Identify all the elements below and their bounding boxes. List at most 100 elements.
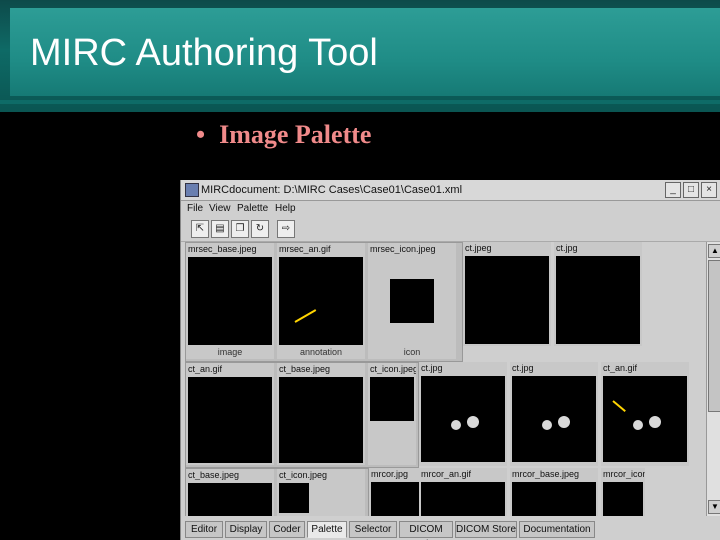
image-thumbnail (603, 376, 687, 462)
image-filename: mrsec_icon.jpeg (370, 244, 436, 254)
tab-selector[interactable]: Selector (349, 521, 397, 538)
image-filename: mrcor_an.gif (421, 469, 472, 479)
tab-editor[interactable]: Editor (185, 521, 223, 538)
image-thumbnail (512, 482, 596, 516)
window-titlebar[interactable]: MIRCdocument: D:\MIRC Cases\Case01\Case0… (181, 180, 720, 201)
tab-documentation[interactable]: Documentation (519, 521, 595, 538)
open-icon[interactable]: ⇱ (191, 220, 209, 238)
tab-bar: Editor Display Coder Palette Selector DI… (181, 518, 720, 540)
tab-display[interactable]: Display (225, 521, 267, 538)
palette-cell[interactable]: ct_icon.jpeg (277, 469, 365, 516)
palette-cell[interactable]: mrsec_base.jpeg image (186, 243, 274, 359)
palette-cell[interactable]: mrcor_base.jpeg (510, 468, 598, 516)
menu-file[interactable]: File (187, 203, 203, 214)
bullet-item: • Image Palette (196, 120, 371, 150)
tab-dicom-store[interactable]: DICOM Store (455, 521, 517, 538)
ct-organ (467, 416, 479, 428)
palette-cell[interactable]: mrsec_an.gif annotation (277, 243, 365, 359)
image-filename: ct.jpeg (465, 243, 492, 253)
image-filename: ct_base.jpeg (188, 470, 240, 480)
app-window: MIRCdocument: D:\MIRC Cases\Case01\Case0… (180, 180, 720, 540)
image-thumbnail (188, 377, 272, 463)
image-filename: ct.jpg (512, 363, 534, 373)
annotation-arrow (294, 309, 317, 323)
menu-help[interactable]: Help (275, 203, 296, 214)
image-thumbnail (370, 377, 414, 421)
scrollbar-thumb[interactable] (708, 260, 720, 412)
palette-cell[interactable]: mrsec_icon.jpeg icon (368, 243, 456, 359)
image-group-mrsec[interactable]: mrsec_base.jpeg image mrsec_an.gif annot… (185, 242, 463, 362)
menu-view[interactable]: View (209, 203, 231, 214)
image-filename: mrsec_base.jpeg (188, 244, 257, 254)
palette-cell[interactable]: ct.jpg (510, 362, 598, 466)
image-group-mr[interactable]: ct_base.jpeg ct_icon.jpeg (185, 468, 369, 516)
minimize-button[interactable]: _ (665, 182, 681, 198)
title-banner-rule (0, 100, 720, 104)
toolbar: ⇱ ▤ ❐ ↻ ⇨ (181, 217, 720, 242)
image-thumbnail (465, 256, 549, 344)
window-title: MIRCdocument: D:\MIRC Cases\Case01\Case0… (201, 184, 463, 196)
refresh-icon[interactable]: ↻ (251, 220, 269, 238)
image-filename: mrcor_icon.jp (603, 469, 645, 479)
palette-panel: mrsec_base.jpeg image mrsec_an.gif annot… (185, 242, 705, 516)
image-thumbnail (279, 377, 363, 463)
export-icon[interactable]: ⇨ (277, 220, 295, 238)
image-filename: mrsec_an.gif (279, 244, 331, 254)
palette-cell[interactable]: ct.jpg (419, 362, 507, 466)
palette-cell[interactable]: ct_an.gif (186, 363, 274, 465)
title-banner: MIRC Authoring Tool (0, 0, 720, 112)
image-thumbnail (279, 483, 309, 513)
ct-organ (633, 420, 643, 430)
maximize-button[interactable]: □ (683, 182, 699, 198)
vertical-scrollbar[interactable]: ▲ ▼ (706, 242, 720, 516)
annotation-arrow (612, 400, 626, 413)
palette-cell[interactable]: ct.jpeg (463, 242, 551, 346)
palette-cell[interactable]: ct_base.jpeg (186, 469, 274, 516)
image-caption: icon (403, 347, 421, 357)
scroll-up-icon[interactable]: ▲ (708, 244, 720, 258)
image-filename: ct.jpg (421, 363, 443, 373)
image-group-ct[interactable]: ct_an.gif ct_base.jpeg ct_icon.jpeg (185, 362, 419, 468)
palette-cell[interactable]: mrcor_icon.jp (601, 468, 645, 516)
ct-organ (649, 416, 661, 428)
menu-palette[interactable]: Palette (237, 203, 268, 214)
save-icon[interactable]: ▤ (211, 220, 229, 238)
palette-cell[interactable]: ct_icon.jpeg (368, 363, 416, 465)
image-filename: ct_icon.jpeg (279, 470, 328, 480)
image-filename: ct.jpg (556, 243, 578, 253)
image-thumbnail (603, 482, 643, 516)
image-caption: annotation (299, 347, 343, 357)
copy-icon[interactable]: ❐ (231, 220, 249, 238)
scroll-down-icon[interactable]: ▼ (708, 500, 720, 514)
image-thumbnail (556, 256, 640, 344)
image-caption: image (217, 347, 243, 357)
tab-coder[interactable]: Coder (269, 521, 305, 538)
palette-cell[interactable]: ct_an.gif (601, 362, 689, 466)
ct-organ (558, 416, 570, 428)
image-filename: mrcor_base.jpeg (512, 469, 580, 479)
image-filename: ct_icon.jpeg (370, 364, 416, 374)
image-thumbnail (512, 376, 596, 462)
ct-organ (451, 420, 461, 430)
image-thumbnail (279, 257, 363, 345)
tab-palette[interactable]: Palette (307, 521, 347, 538)
image-thumbnail (188, 483, 272, 516)
tab-dicom-qr[interactable]: DICOM Q/R (399, 521, 453, 540)
palette-cell[interactable]: ct_base.jpeg (277, 363, 365, 465)
slide-title: MIRC Authoring Tool (30, 32, 378, 74)
image-filename: ct_an.gif (188, 364, 223, 374)
menu-bar: File View Palette Help (181, 201, 720, 217)
palette-cell[interactable]: mrcor_an.gif (419, 468, 507, 516)
image-thumbnail (421, 482, 505, 516)
close-button[interactable]: × (701, 182, 717, 198)
image-filename: ct_base.jpeg (279, 364, 331, 374)
palette-cell[interactable]: ct.jpg (554, 242, 642, 346)
image-thumbnail (188, 257, 272, 345)
image-filename: ct_an.gif (603, 363, 638, 373)
app-icon (185, 183, 199, 197)
image-thumbnail (421, 376, 505, 462)
bullet-text: Image Palette (219, 120, 372, 149)
bullet-marker: • (196, 120, 206, 149)
image-thumbnail (390, 279, 434, 323)
ct-organ (542, 420, 552, 430)
